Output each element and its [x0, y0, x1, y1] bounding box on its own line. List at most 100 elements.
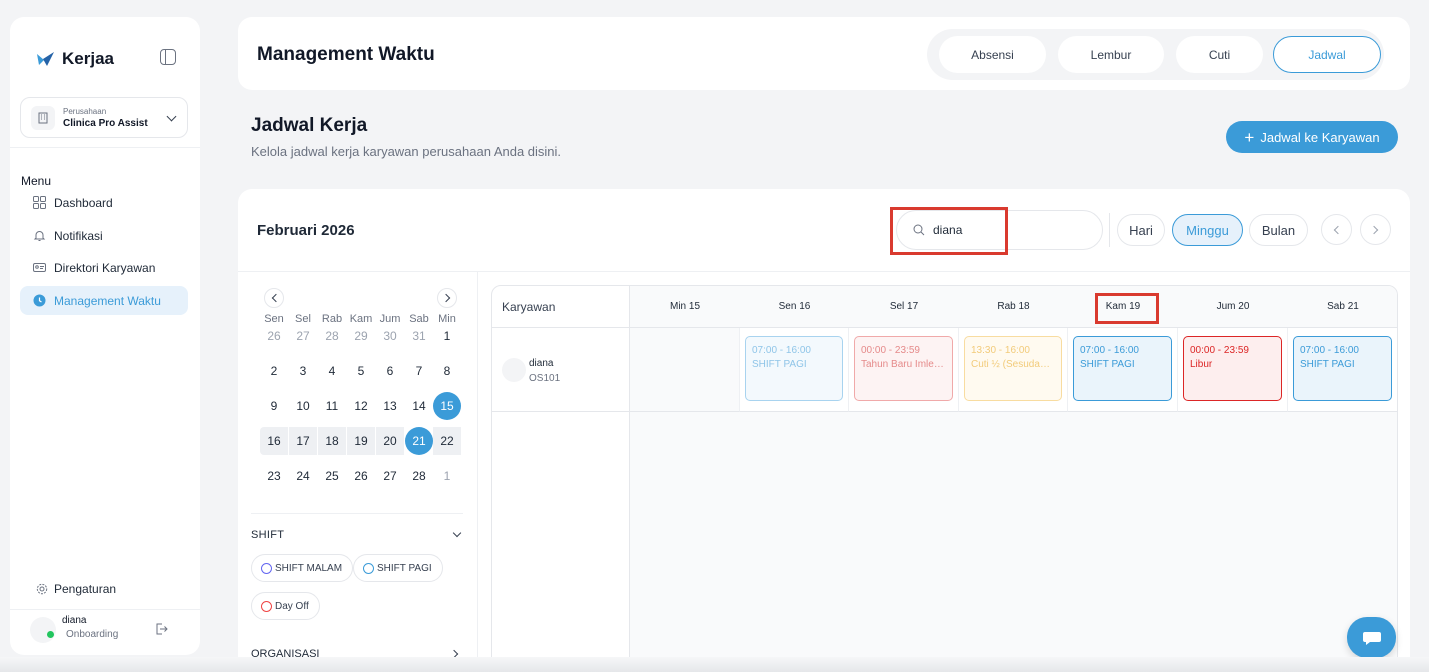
calendar-day[interactable]: 5 [347, 357, 375, 385]
chevron-right-icon [441, 293, 450, 303]
shift-legend-malam[interactable]: SHIFT MALAM [251, 554, 354, 582]
calendar-day[interactable]: 28 [318, 322, 346, 350]
calendar-day[interactable]: 2 [260, 357, 288, 385]
sidebar-item-label: Notifikasi [54, 228, 103, 243]
view-hari-button[interactable]: Hari [1117, 214, 1165, 246]
schedule-event[interactable]: 13:30 - 16:00 Cuti ½ (Sesudah I... [964, 336, 1062, 401]
tab-jadwal[interactable]: Jadwal [1273, 36, 1381, 73]
shift-legend-dayoff[interactable]: Day Off [251, 592, 320, 620]
calendar-day-selected[interactable]: 21 [405, 427, 433, 455]
schedule-cell[interactable]: 13:30 - 16:00 Cuti ½ (Sesudah I... [959, 328, 1068, 412]
calendar-day[interactable]: 22 [433, 427, 461, 455]
calendar-day[interactable]: 14 [405, 392, 433, 420]
section-title: Jadwal Kerja [251, 115, 368, 136]
day-column-header: Rab 18 [959, 286, 1068, 328]
calendar-day[interactable]: 13 [376, 392, 404, 420]
circle-icon [261, 600, 272, 612]
clock-icon [33, 294, 46, 307]
calendar-day[interactable]: 8 [433, 357, 461, 385]
calendar-day[interactable]: 17 [289, 427, 317, 455]
calendar-day[interactable]: 29 [347, 322, 375, 350]
schedule-cell[interactable]: 00:00 - 23:59 Libur [1178, 328, 1288, 412]
add-schedule-button[interactable]: + Jadwal ke Karyawan [1226, 121, 1398, 153]
calendar-day[interactable]: 10 [289, 392, 317, 420]
avatar [502, 358, 526, 382]
tab-lembur[interactable]: Lembur [1058, 36, 1164, 73]
calendar-day[interactable]: 18 [318, 427, 346, 455]
mini-calendar-next[interactable] [437, 288, 457, 308]
schedule-event[interactable]: 07:00 - 16:00 SHIFT PAGI [1293, 336, 1392, 401]
calendar-day-selected[interactable]: 15 [433, 392, 461, 420]
settings-label: Pengaturan [54, 582, 117, 596]
calendar-day[interactable]: 25 [318, 462, 346, 490]
mini-calendar-prev[interactable] [264, 288, 284, 308]
calendar-day[interactable]: 19 [347, 427, 375, 455]
chevron-down-icon[interactable] [452, 528, 462, 538]
tab-bar: Absensi Lembur Cuti Jadwal [927, 29, 1384, 80]
chat-button[interactable] [1347, 617, 1396, 658]
calendar-day[interactable]: 20 [376, 427, 404, 455]
schedule-cell[interactable]: 07:00 - 16:00 SHIFT PAGI [1288, 328, 1397, 412]
day-column-header: Sel 17 [849, 286, 959, 328]
prev-week-button[interactable] [1321, 214, 1352, 245]
calendar-day[interactable]: 16 [260, 427, 288, 455]
schedule-event[interactable]: 07:00 - 16:00 SHIFT PAGI [745, 336, 843, 401]
brand[interactable]: Kerjaa [36, 49, 114, 69]
sidebar-item-management-waktu[interactable]: Management Waktu [20, 286, 188, 315]
calendar-day[interactable]: 30 [376, 322, 404, 350]
sidebar-item-notifikasi[interactable]: Notifikasi [20, 221, 188, 250]
calendar-day[interactable]: 4 [318, 357, 346, 385]
calendar-day[interactable]: 1 [433, 462, 461, 490]
current-month: Februari 2026 [257, 222, 355, 239]
schedule-cell[interactable] [630, 328, 740, 412]
id-card-icon [33, 263, 46, 272]
company-label: Perusahaan [63, 106, 107, 116]
schedule-event[interactable]: 07:00 - 16:00 SHIFT PAGI [1073, 336, 1172, 401]
settings-link[interactable]: Pengaturan [36, 582, 116, 596]
calendar-day[interactable]: 6 [376, 357, 404, 385]
shift-legend-pagi[interactable]: SHIFT PAGI [353, 554, 443, 582]
company-selector[interactable]: Perusahaan Clinica Pro Assist [20, 97, 188, 138]
calendar-day[interactable]: 11 [318, 392, 346, 420]
schedule-event[interactable]: 00:00 - 23:59 Tahun Baru Imlek ... [854, 336, 953, 401]
view-minggu-button[interactable]: Minggu [1172, 214, 1243, 246]
legend-label: SHIFT MALAM [275, 562, 343, 574]
calendar-day[interactable]: 27 [376, 462, 404, 490]
bell-icon [33, 231, 46, 241]
company-name: Clinica Pro Assist [63, 117, 148, 129]
logout-icon[interactable] [154, 622, 168, 636]
schedule-cell[interactable]: 07:00 - 16:00 SHIFT PAGI [740, 328, 849, 412]
calendar-day[interactable]: 23 [260, 462, 288, 490]
calendar-day[interactable]: 3 [289, 357, 317, 385]
sidebar-item-dashboard[interactable]: Dashboard [20, 188, 188, 217]
sidebar-toggle-icon[interactable] [160, 49, 176, 65]
schedule-cell[interactable]: 07:00 - 16:00 SHIFT PAGI [1068, 328, 1178, 412]
sidebar-item-direktori[interactable]: Direktori Karyawan [20, 253, 188, 282]
employee-row-header[interactable]: diana OS101 [492, 328, 630, 412]
view-bulan-button[interactable]: Bulan [1249, 214, 1308, 246]
event-time: 07:00 - 16:00 [1080, 345, 1139, 356]
calendar-day[interactable]: 12 [347, 392, 375, 420]
calendar-day[interactable]: 9 [260, 392, 288, 420]
search-input[interactable] [933, 223, 1083, 237]
user-profile[interactable]: diana Onboarding [30, 615, 190, 647]
tab-absensi[interactable]: Absensi [939, 36, 1046, 73]
search-box[interactable] [896, 210, 1103, 250]
tab-cuti[interactable]: Cuti [1176, 36, 1263, 73]
calendar-day[interactable]: 26 [347, 462, 375, 490]
day-column-header: Sen 16 [740, 286, 849, 328]
calendar-day[interactable]: 7 [405, 357, 433, 385]
circle-icon [363, 562, 374, 574]
calendar-day[interactable]: 27 [289, 322, 317, 350]
calendar-divider [251, 513, 463, 514]
chevron-left-icon [271, 293, 280, 303]
panel-divider [477, 271, 478, 672]
calendar-day[interactable]: 28 [405, 462, 433, 490]
calendar-day[interactable]: 31 [405, 322, 433, 350]
calendar-day[interactable]: 1 [433, 322, 461, 350]
schedule-cell[interactable]: 00:00 - 23:59 Tahun Baru Imlek ... [849, 328, 959, 412]
calendar-day[interactable]: 24 [289, 462, 317, 490]
calendar-day[interactable]: 26 [260, 322, 288, 350]
schedule-event[interactable]: 00:00 - 23:59 Libur [1183, 336, 1282, 401]
next-week-button[interactable] [1360, 214, 1391, 245]
